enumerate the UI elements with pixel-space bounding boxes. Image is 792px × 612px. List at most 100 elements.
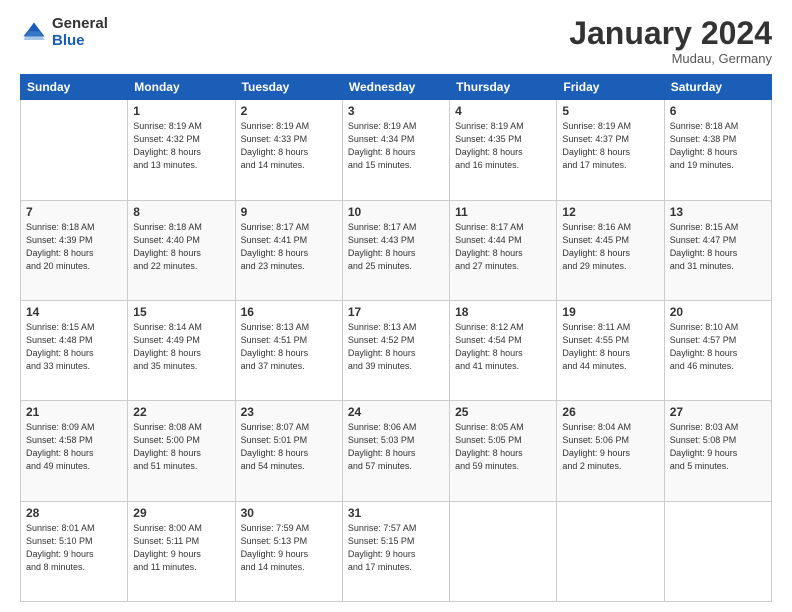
calendar-header-row: Sunday Monday Tuesday Wednesday Thursday… — [21, 75, 772, 100]
table-row — [450, 501, 557, 601]
day-number: 12 — [562, 205, 658, 219]
table-row: 4 Sunrise: 8:19 AM Sunset: 4:35 PM Daylig… — [450, 100, 557, 200]
table-row: 21Sunrise: 8:09 AM Sunset: 4:58 PM Dayli… — [21, 401, 128, 501]
day-info: Sunrise: 8:15 AM Sunset: 4:47 PM Dayligh… — [670, 221, 766, 273]
day-number: 7 — [26, 205, 122, 219]
table-row: 19 Sunrise: 8:11 AM Sunset: 4:55 PM Dayli… — [557, 300, 664, 400]
day-number: 31 — [348, 506, 444, 520]
day-info: Sunrise: 8:18 AM Sunset: 4:39 PM Dayligh… — [26, 221, 122, 273]
table-row — [557, 501, 664, 601]
day-number: 23 — [241, 405, 337, 419]
day-info: Sunrise: 8:11 AM Sunset: 4:55 PM Dayligh… — [562, 321, 658, 373]
col-wednesday: Wednesday — [342, 75, 449, 100]
day-info: Sunrise: 8:14 AM Sunset: 4:49 PM Dayligh… — [133, 321, 229, 373]
day-info: Sunrise: 8:19 AM Sunset: 4:34 PM Dayligh… — [348, 120, 444, 172]
table-row: 10 Sunrise: 8:17 AM Sunset: 4:43 PM Dayli… — [342, 200, 449, 300]
table-row: 17 Sunrise: 8:13 AM Sunset: 4:52 PM Dayli… — [342, 300, 449, 400]
day-info: Sunrise: 8:00 AM Sunset: 5:11 PM Dayligh… — [133, 522, 229, 574]
table-row: 13 Sunrise: 8:15 AM Sunset: 4:47 PM Dayli… — [664, 200, 771, 300]
calendar-table: Sunday Monday Tuesday Wednesday Thursday… — [20, 74, 772, 602]
table-row: 23 Sunrise: 8:07 AM Sunset: 5:01 PM Dayli… — [235, 401, 342, 501]
day-number: 10 — [348, 205, 444, 219]
day-info: Sunrise: 8:13 AM Sunset: 4:52 PM Dayligh… — [348, 321, 444, 373]
table-row: 30 Sunrise: 7:59 AM Sunset: 5:13 PM Dayli… — [235, 501, 342, 601]
header: General Blue January 2024 Mudau, Germany — [20, 16, 772, 66]
table-row: 11 Sunrise: 8:17 AM Sunset: 4:44 PM Dayli… — [450, 200, 557, 300]
table-row — [664, 501, 771, 601]
day-info: Sunrise: 8:19 AM Sunset: 4:32 PM Dayligh… — [133, 120, 229, 172]
table-row: 9 Sunrise: 8:17 AM Sunset: 4:41 PM Daylig… — [235, 200, 342, 300]
table-row: 5 Sunrise: 8:19 AM Sunset: 4:37 PM Daylig… — [557, 100, 664, 200]
day-info: Sunrise: 8:16 AM Sunset: 4:45 PM Dayligh… — [562, 221, 658, 273]
day-info: Sunrise: 8:17 AM Sunset: 4:44 PM Dayligh… — [455, 221, 551, 273]
table-row: 7 Sunrise: 8:18 AM Sunset: 4:39 PM Daylig… — [21, 200, 128, 300]
day-number: 6 — [670, 104, 766, 118]
day-info: Sunrise: 8:18 AM Sunset: 4:38 PM Dayligh… — [670, 120, 766, 172]
day-info: Sunrise: 8:15 AM Sunset: 4:48 PM Dayligh… — [26, 321, 122, 373]
table-row: 22Sunrise: 8:08 AM Sunset: 5:00 PM Dayli… — [128, 401, 235, 501]
day-number: 18 — [455, 305, 551, 319]
day-number: 30 — [241, 506, 337, 520]
month-title: January 2024 — [569, 16, 772, 51]
day-number: 21 — [26, 405, 122, 419]
day-number: 25 — [455, 405, 551, 419]
col-sunday: Sunday — [21, 75, 128, 100]
table-row: 27Sunrise: 8:03 AM Sunset: 5:08 PM Dayli… — [664, 401, 771, 501]
logo: General Blue — [20, 16, 108, 49]
day-number: 22 — [133, 405, 229, 419]
day-info: Sunrise: 8:17 AM Sunset: 4:43 PM Dayligh… — [348, 221, 444, 273]
day-info: Sunrise: 8:05 AM Sunset: 5:05 PM Dayligh… — [455, 421, 551, 473]
day-info: Sunrise: 7:59 AM Sunset: 5:13 PM Dayligh… — [241, 522, 337, 574]
day-number: 26 — [562, 405, 658, 419]
col-saturday: Saturday — [664, 75, 771, 100]
day-info: Sunrise: 8:07 AM Sunset: 5:01 PM Dayligh… — [241, 421, 337, 473]
table-row: 24 Sunrise: 8:06 AM Sunset: 5:03 PM Dayli… — [342, 401, 449, 501]
logo-blue-text: Blue — [52, 33, 108, 50]
table-row: 1 Sunrise: 8:19 AM Sunset: 4:32 PM Daylig… — [128, 100, 235, 200]
col-tuesday: Tuesday — [235, 75, 342, 100]
day-number: 27 — [670, 405, 766, 419]
logo-icon — [20, 19, 48, 47]
day-number: 28 — [26, 506, 122, 520]
day-number: 1 — [133, 104, 229, 118]
page: General Blue January 2024 Mudau, Germany… — [0, 0, 792, 612]
day-info: Sunrise: 8:19 AM Sunset: 4:37 PM Dayligh… — [562, 120, 658, 172]
table-row: 14 Sunrise: 8:15 AM Sunset: 4:48 PM Dayli… — [21, 300, 128, 400]
table-row: 26 Sunrise: 8:04 AM Sunset: 5:06 PM Dayli… — [557, 401, 664, 501]
table-row: 29 Sunrise: 8:00 AM Sunset: 5:11 PM Dayli… — [128, 501, 235, 601]
day-info: Sunrise: 8:19 AM Sunset: 4:35 PM Dayligh… — [455, 120, 551, 172]
day-number: 13 — [670, 205, 766, 219]
day-number: 19 — [562, 305, 658, 319]
title-block: January 2024 Mudau, Germany — [569, 16, 772, 66]
day-number: 14 — [26, 305, 122, 319]
table-row: 6 Sunrise: 8:18 AM Sunset: 4:38 PM Daylig… — [664, 100, 771, 200]
day-number: 8 — [133, 205, 229, 219]
day-info: Sunrise: 8:06 AM Sunset: 5:03 PM Dayligh… — [348, 421, 444, 473]
table-row — [21, 100, 128, 200]
table-row: 31Sunrise: 7:57 AM Sunset: 5:15 PM Dayli… — [342, 501, 449, 601]
logo-general-text: General — [52, 16, 108, 33]
table-row: 18 Sunrise: 8:12 AM Sunset: 4:54 PM Dayli… — [450, 300, 557, 400]
day-number: 15 — [133, 305, 229, 319]
location-subtitle: Mudau, Germany — [569, 51, 772, 66]
day-info: Sunrise: 8:18 AM Sunset: 4:40 PM Dayligh… — [133, 221, 229, 273]
day-number: 11 — [455, 205, 551, 219]
day-info: Sunrise: 8:04 AM Sunset: 5:06 PM Dayligh… — [562, 421, 658, 473]
day-number: 5 — [562, 104, 658, 118]
table-row: 2 Sunrise: 8:19 AM Sunset: 4:33 PM Daylig… — [235, 100, 342, 200]
logo-text: General Blue — [52, 16, 108, 49]
day-number: 17 — [348, 305, 444, 319]
table-row: 12 Sunrise: 8:16 AM Sunset: 4:45 PM Dayli… — [557, 200, 664, 300]
col-thursday: Thursday — [450, 75, 557, 100]
day-info: Sunrise: 8:17 AM Sunset: 4:41 PM Dayligh… — [241, 221, 337, 273]
day-info: Sunrise: 8:19 AM Sunset: 4:33 PM Dayligh… — [241, 120, 337, 172]
day-info: Sunrise: 8:12 AM Sunset: 4:54 PM Dayligh… — [455, 321, 551, 373]
col-monday: Monday — [128, 75, 235, 100]
day-number: 29 — [133, 506, 229, 520]
day-number: 4 — [455, 104, 551, 118]
day-number: 16 — [241, 305, 337, 319]
day-number: 9 — [241, 205, 337, 219]
day-info: Sunrise: 8:13 AM Sunset: 4:51 PM Dayligh… — [241, 321, 337, 373]
day-number: 2 — [241, 104, 337, 118]
day-number: 24 — [348, 405, 444, 419]
